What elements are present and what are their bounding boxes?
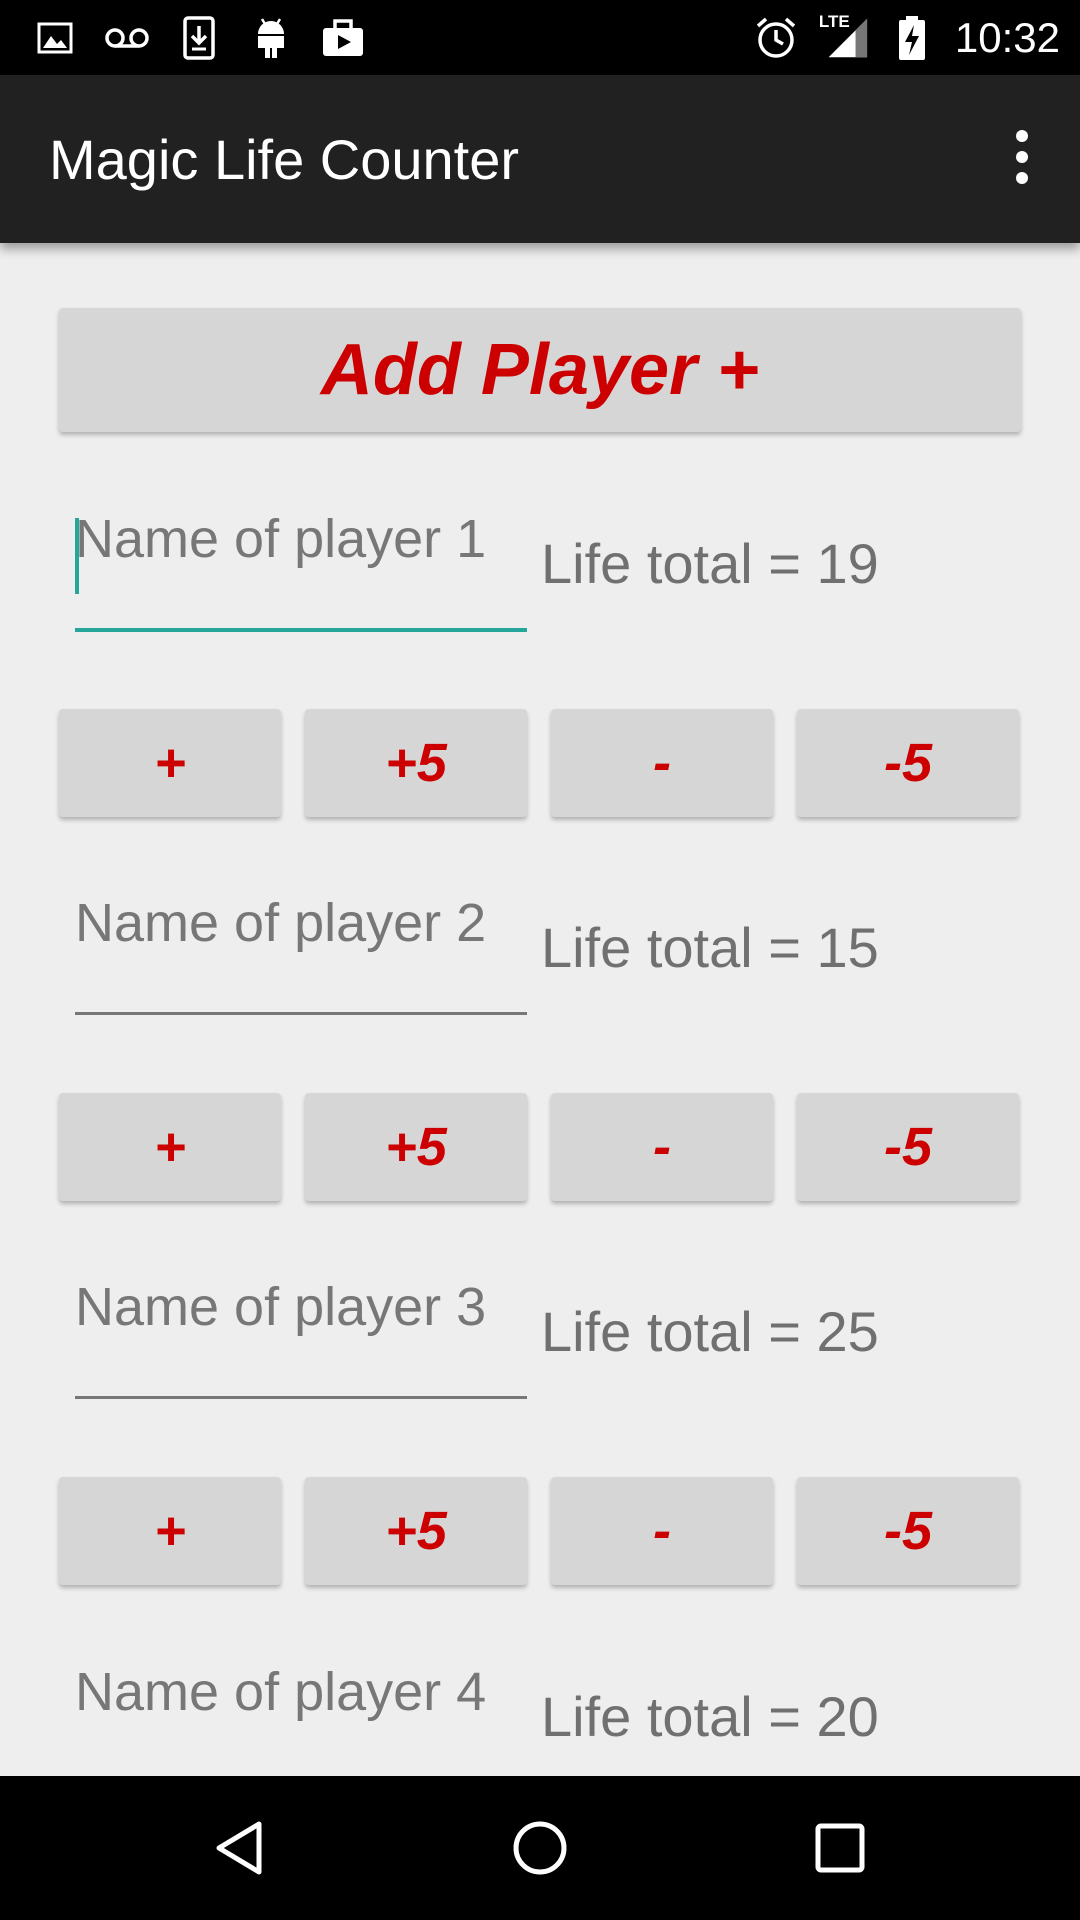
player-2-plus-button[interactable]: +	[59, 1093, 281, 1201]
app-title: Magic Life Counter	[49, 128, 520, 191]
player-3-minus5-button[interactable]: -5	[797, 1477, 1019, 1585]
download-icon	[174, 14, 224, 62]
player-4-name-placeholder: Name of player 4	[75, 1662, 487, 1722]
player-2-minus-button[interactable]: -	[551, 1093, 773, 1201]
player-2-life-total: Life total = 15	[541, 916, 879, 979]
player-3-name-placeholder: Name of player 3	[75, 1277, 487, 1337]
app-bar: Magic Life Counter	[0, 75, 1080, 243]
player-list[interactable]: Add Player + Name of player 1 Life total…	[0, 243, 1080, 1776]
player-3-life-total: Life total = 25	[541, 1300, 879, 1363]
player-2-name-field[interactable]: Name of player 2	[75, 892, 527, 1015]
player-1-name-placeholder: Name of player 1	[75, 509, 487, 569]
player-4-name-field[interactable]: Name of player 4	[75, 1661, 527, 1776]
briefcase-play-icon	[318, 14, 368, 62]
status-bar: LTE 10:32	[0, 0, 1080, 75]
system-icons: LTE 10:32	[751, 12, 1060, 64]
player-1-name-field[interactable]: Name of player 1	[75, 508, 527, 632]
recents-icon[interactable]	[804, 1812, 876, 1884]
text-cursor	[75, 518, 79, 594]
player-1-life-total: Life total = 19	[541, 532, 879, 595]
network-type-label: LTE	[818, 12, 850, 31]
player-3-name-field[interactable]: Name of player 3	[75, 1276, 527, 1399]
clock: 10:32	[954, 14, 1060, 61]
more-vert-icon[interactable]	[990, 125, 1054, 189]
lte-signal-icon: LTE	[818, 12, 869, 62]
player-2-minus5-button[interactable]: -5	[797, 1093, 1019, 1201]
player-3-minus-button[interactable]: -	[551, 1477, 773, 1585]
player-2-plus5-button[interactable]: +5	[305, 1093, 527, 1201]
android-icon	[246, 14, 296, 62]
player-1-minus5-button[interactable]: -5	[797, 709, 1019, 817]
navigation-bar	[0, 1776, 1080, 1920]
player-2-name-placeholder: Name of player 2	[75, 893, 487, 953]
player-1-minus-button[interactable]: -	[551, 709, 773, 817]
player-1-plus5-button[interactable]: +5	[305, 709, 527, 817]
alarm-icon	[751, 14, 801, 62]
player-1-plus-button[interactable]: +	[59, 709, 281, 817]
back-icon[interactable]	[205, 1812, 277, 1884]
voicemail-icon	[102, 14, 152, 62]
image-icon	[30, 14, 80, 62]
home-icon[interactable]	[504, 1812, 576, 1884]
battery-charging-icon	[887, 14, 937, 62]
add-player-button[interactable]: Add Player +	[59, 308, 1021, 432]
player-4-life-total: Life total = 20	[541, 1685, 879, 1748]
player-3-plus5-button[interactable]: +5	[305, 1477, 527, 1585]
notification-icons	[30, 14, 368, 62]
player-3-plus-button[interactable]: +	[59, 1477, 281, 1585]
